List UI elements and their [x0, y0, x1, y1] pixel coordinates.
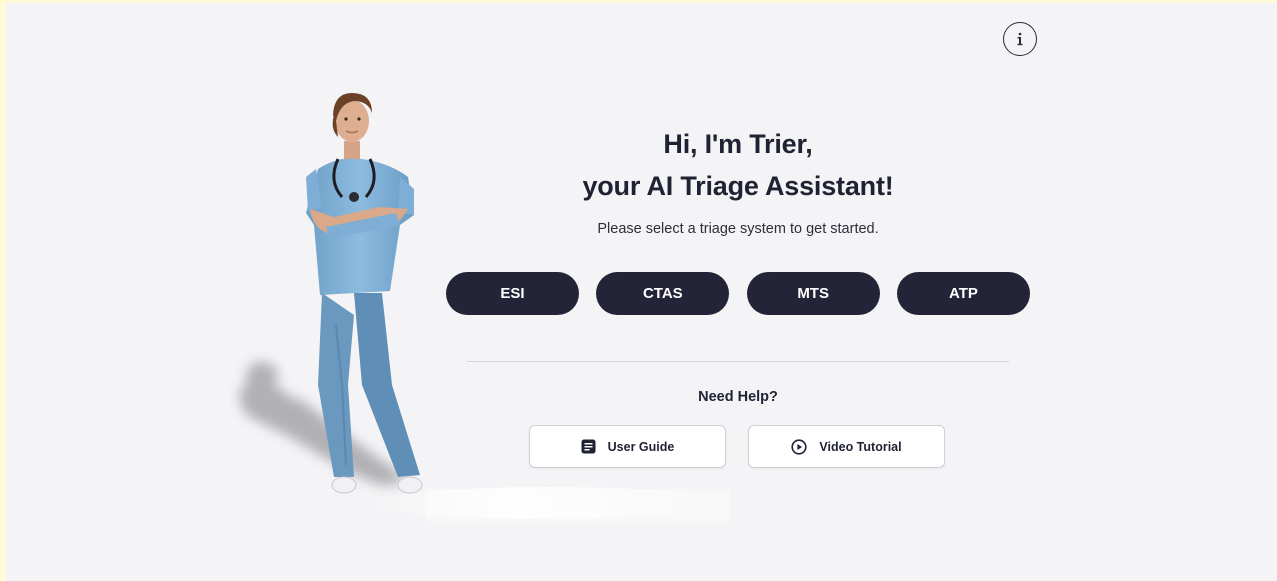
welcome-subtitle: Please select a triage system to get sta… — [597, 221, 879, 237]
triage-ctas-button[interactable]: CTAS — [596, 272, 730, 315]
info-circle-icon — [1010, 29, 1030, 49]
play-circle-icon — [791, 438, 808, 455]
help-buttons: User Guide Video Tutorial — [529, 425, 945, 468]
welcome-title-line-1: Hi, I'm Trier, — [663, 129, 813, 159]
section-divider — [467, 361, 1009, 362]
triage-esi-button[interactable]: ESI — [446, 272, 579, 315]
welcome-section: Hi, I'm Trier, your AI Triage Assistant!… — [446, 123, 1030, 237]
user-guide-label: User Guide — [607, 439, 675, 454]
help-title: Need Help? — [698, 389, 778, 405]
video-tutorial-button[interactable]: Video Tutorial — [748, 425, 945, 468]
user-guide-button[interactable]: User Guide — [529, 425, 726, 468]
triage-atp-button[interactable]: ATP — [896, 272, 1030, 315]
welcome-title-line-2: your AI Triage Assistant! — [582, 171, 894, 201]
triage-system-selector: ESI CTAS MTS ATP — [446, 272, 1030, 315]
triage-mts-button[interactable]: MTS — [746, 272, 880, 315]
app-viewport: Hi, I'm Trier, your AI Triage Assistant!… — [6, 3, 1277, 581]
video-tutorial-label: Video Tutorial — [819, 439, 902, 454]
info-button[interactable] — [1003, 22, 1037, 56]
document-icon — [581, 439, 596, 454]
